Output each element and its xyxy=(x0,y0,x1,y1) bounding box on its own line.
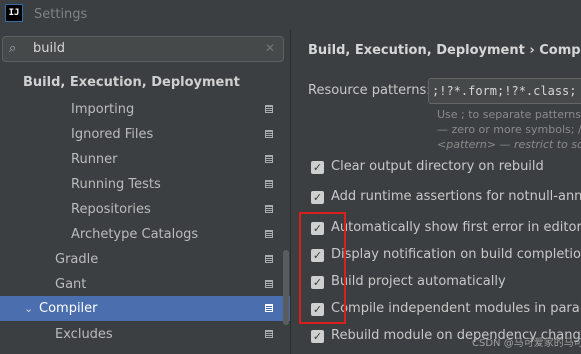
clear-icon[interactable]: ✕ xyxy=(265,41,275,55)
tree-section-build-execution-deployment[interactable]: Build, Execution, Deployment xyxy=(0,70,290,95)
checkbox[interactable]: ✓ xyxy=(311,330,324,343)
option-label: Compile independent modules in parallel xyxy=(331,301,581,316)
project-settings-icon xyxy=(265,230,273,238)
tree-item-runner[interactable]: Runner xyxy=(0,147,290,172)
annotation-highlight-box xyxy=(299,212,346,324)
intellij-logo-icon: IJ xyxy=(5,4,23,22)
tree-item-label: Compiler xyxy=(39,301,98,316)
tree-item-gant[interactable]: Gant xyxy=(0,272,290,297)
breadcrumb: Build, Execution, Deployment › Compiler xyxy=(308,43,581,58)
project-settings-icon xyxy=(265,105,273,113)
checkbox[interactable]: ✓ xyxy=(311,191,324,204)
sidebar-scrollbar[interactable] xyxy=(283,250,289,325)
resource-patterns-hint-line: — zero or more symbols; / — xyxy=(437,123,581,136)
watermark: CSDN @马可爱家的马可爱 xyxy=(472,338,581,349)
tree-item-label: Gant xyxy=(55,277,87,292)
project-settings-icon xyxy=(265,180,273,188)
chevron-down-icon[interactable]: ⌄ xyxy=(24,296,33,321)
tree-item-label: Runner xyxy=(71,152,118,167)
search-field[interactable]: ⌕ build ✕ xyxy=(2,36,284,62)
tree-item-running-tests[interactable]: Running Tests xyxy=(0,172,290,197)
option-label: Display notification on build completion xyxy=(331,247,581,262)
tree-item-ignored-files[interactable]: Ignored Files xyxy=(0,122,290,147)
tree-item-archetype-catalogs[interactable]: Archetype Catalogs xyxy=(0,222,290,247)
project-settings-icon xyxy=(265,255,273,263)
tree-item-label: Repositories xyxy=(71,202,151,217)
tree-item-compiler[interactable]: ⌄ Compiler xyxy=(0,296,290,321)
tree-item-repositories[interactable]: Repositories xyxy=(0,197,290,222)
tree-item-label: Archetype Catalogs xyxy=(71,227,199,242)
project-settings-icon xyxy=(265,280,273,288)
resource-patterns-input[interactable]: ;!?*.form;!?*.class; xyxy=(428,78,581,104)
resource-patterns-label: Resource patterns: xyxy=(308,83,431,98)
checkbox[interactable]: ✓ xyxy=(311,161,324,174)
option-label: Add runtime assertions for notnull-annot… xyxy=(331,189,581,204)
resource-patterns-hint-line: <pattern> — restrict to sou xyxy=(437,138,581,151)
tree-item-gradle[interactable]: Gradle xyxy=(0,247,290,272)
project-settings-icon xyxy=(265,330,273,338)
tree-section-label: Build, Execution, Deployment xyxy=(23,75,240,90)
search-input[interactable]: build xyxy=(33,41,65,56)
option-label: Build project automatically xyxy=(331,274,506,289)
tree-item-excludes[interactable]: Excludes xyxy=(0,322,290,347)
window-title: Settings xyxy=(34,7,88,22)
tree-item-label: Running Tests xyxy=(71,177,161,192)
project-settings-icon xyxy=(265,155,273,163)
project-settings-icon xyxy=(265,130,273,138)
tree-item-importing[interactable]: Importing xyxy=(0,97,290,122)
tree-item-label: Ignored Files xyxy=(71,127,154,142)
project-settings-icon xyxy=(265,205,273,213)
tree-item-label: Importing xyxy=(71,102,135,117)
project-settings-icon xyxy=(265,304,273,312)
option-label: Clear output directory on rebuild xyxy=(331,159,544,174)
tree-item-label: Gradle xyxy=(55,252,99,267)
resource-patterns-hint-line: Use ; to separate patterns and xyxy=(437,108,581,121)
option-label: Automatically show first error in editor xyxy=(331,220,581,235)
tree-item-label: Excludes xyxy=(55,327,113,342)
settings-sidebar: ⌕ build ✕ Build, Execution, Deployment I… xyxy=(0,30,290,354)
title-bar: IJ Settings xyxy=(0,0,581,30)
search-icon: ⌕ xyxy=(9,41,17,56)
